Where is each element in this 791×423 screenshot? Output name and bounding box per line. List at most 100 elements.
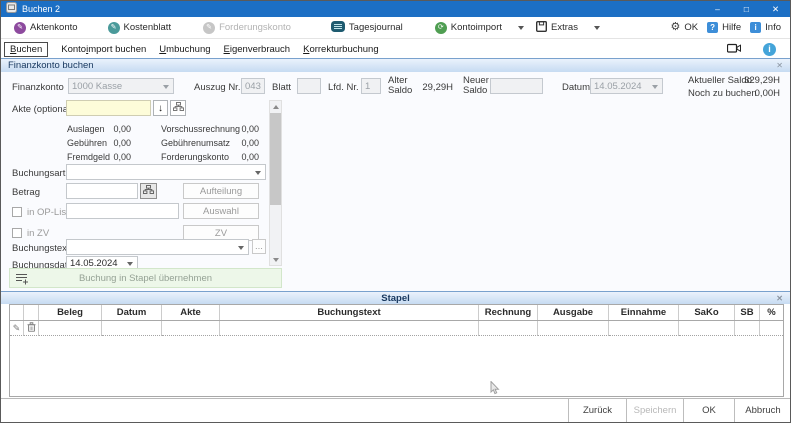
datum-select: 14.05.2024 — [590, 78, 663, 94]
auswahl-button[interactable]: Auswahl — [183, 203, 259, 219]
zurueck-button[interactable]: Zurück — [568, 399, 626, 422]
stapel-section-header: Stapel ✕ — [1, 291, 790, 304]
hierarchy-icon — [143, 185, 154, 197]
scroll-down-icon[interactable] — [270, 254, 281, 265]
row-sako-cell — [679, 321, 735, 336]
stapel-empty-row: ✎ — [10, 321, 783, 336]
window-controls: – □ ✕ — [703, 1, 790, 17]
kostenblatt-icon: ✎ — [108, 22, 120, 34]
toolbar-hilfe[interactable]: ? Hilfe — [707, 22, 741, 33]
auszug-label: Auszug Nr. — [194, 82, 240, 93]
window-title: Buchen 2 — [22, 4, 60, 14]
auszug-value: 043 — [245, 81, 261, 92]
stapel-close-icon[interactable]: ✕ — [776, 294, 783, 303]
close-button[interactable]: ✕ — [761, 1, 790, 17]
extras-dropdown-arrow-icon[interactable] — [594, 26, 600, 30]
minimize-button[interactable]: – — [703, 1, 732, 17]
toolbar-extras[interactable]: Extras — [536, 21, 578, 35]
op-liste-checkbox[interactable] — [12, 207, 22, 217]
stapel-section-title: Stapel — [381, 293, 410, 304]
toolbar-kontoimport[interactable]: ⟳ Kontoimport — [435, 22, 502, 34]
datum-label: Datum — [562, 82, 590, 93]
buchungstext-select-arrow-icon — [238, 246, 244, 250]
row-ausgabe-cell — [538, 321, 609, 336]
row-rechnung-cell — [479, 321, 538, 336]
info-circle-icon[interactable]: i — [763, 43, 776, 56]
tab-umbuchung-post: mbuchung — [166, 44, 210, 55]
abbruch-button[interactable]: Abbruch — [734, 399, 791, 422]
finanzkonto-label: Finanzkonto — [12, 82, 64, 93]
list-add-icon — [16, 273, 29, 288]
stapel-col-rechnung: Rechnung — [479, 305, 538, 320]
row-datum-cell — [102, 321, 162, 336]
stapel-col-delete — [24, 305, 39, 320]
fremdgeld-value: 0,00 — [99, 152, 131, 162]
buchungsart-select[interactable] — [66, 164, 266, 180]
tabrow-right-icons: i — [727, 43, 776, 56]
stapel-col-ausgabe: Ausgabe — [538, 305, 609, 320]
stapel-col-percent: % — [760, 305, 783, 320]
tab-umbuchung[interactable]: Umbuchung — [159, 44, 210, 55]
pencil-icon: ✎ — [13, 324, 21, 333]
row-akte-cell — [162, 321, 220, 336]
kontoimport-dropdown-arrow-icon[interactable] — [518, 26, 524, 30]
akte-down-arrow-button[interactable]: ↓ — [153, 100, 168, 116]
form-scrollbar[interactable] — [269, 100, 282, 266]
buchungstext-select[interactable] — [66, 239, 249, 255]
scroll-up-icon[interactable] — [270, 101, 281, 112]
buchung-uebernehmen-button[interactable]: Buchung in Stapel übernehmen — [9, 268, 282, 288]
scrollbar-thumb[interactable] — [270, 113, 281, 205]
gear-icon: ⚙ — [671, 22, 681, 33]
tab-kontoimport-buchen[interactable]: Kontoimport buchen — [61, 44, 146, 55]
hierarchy-icon — [173, 102, 184, 114]
forderungskonto-value: 0,00 — [233, 152, 259, 162]
tab-buchen[interactable]: Buchen — [4, 42, 48, 57]
toolbar-kontoimport-label: Kontoimport — [451, 22, 502, 33]
stapel-col-edit — [10, 305, 24, 320]
blatt-input — [297, 78, 321, 94]
op-liste-input[interactable] — [66, 203, 179, 219]
buchungsdatum-select-arrow-icon — [127, 262, 133, 266]
row-buchungstext-cell — [220, 321, 479, 336]
akte-input[interactable] — [66, 100, 151, 116]
betrag-label: Betrag — [12, 187, 40, 198]
row-edit-cell[interactable]: ✎ — [10, 321, 24, 336]
tab-eigenverbrauch[interactable]: Eigenverbrauch — [224, 44, 291, 55]
akte-hierarchy-button[interactable] — [170, 100, 186, 116]
buchungstext-more-button[interactable]: ... — [252, 239, 266, 254]
toolbar-info[interactable]: i Info — [750, 22, 781, 33]
toolbar-right-group: ⚙ OK ? Hilfe i Info — [671, 22, 781, 33]
ok-button[interactable]: OK — [683, 399, 734, 422]
row-percent-cell — [760, 321, 783, 336]
help-icon: ? — [707, 22, 718, 33]
row-delete-cell[interactable] — [24, 321, 39, 336]
toolbar-tagesjournal[interactable]: Tagesjournal — [331, 21, 403, 35]
forderungskonto-icon: ✎ — [203, 22, 215, 34]
stapel-table: Beleg Datum Akte Buchungstext Rechnung A… — [9, 304, 784, 397]
toolbar-ok[interactable]: ⚙ OK — [671, 22, 699, 33]
toolbar-aktenkonto[interactable]: ✎ Aktenkonto — [14, 22, 78, 34]
info-icon: i — [750, 22, 761, 33]
toolbar-kostenblatt[interactable]: ✎ Kostenblatt — [108, 22, 172, 34]
lfd-label: Lfd. Nr. — [328, 82, 359, 93]
kontoimport-icon: ⟳ — [435, 22, 447, 34]
toolbar-ok-label: OK — [684, 22, 698, 33]
buchung-uebernehmen-label: Buchung in Stapel übernehmen — [79, 273, 212, 284]
neuer-saldo-input[interactable] — [490, 78, 543, 94]
stapel-col-einnahme: Einnahme — [609, 305, 679, 320]
video-camera-icon[interactable] — [727, 43, 741, 56]
maximize-button[interactable]: □ — [732, 1, 761, 17]
toolbar-hilfe-label: Hilfe — [722, 22, 741, 33]
finanzkonto-close-icon[interactable]: ✕ — [776, 61, 783, 70]
tab-korrektur-post: orrekturbuchung — [309, 44, 378, 55]
betrag-input[interactable] — [66, 183, 138, 199]
auslagen-value: 0,00 — [99, 124, 131, 134]
app-icon — [6, 2, 17, 16]
finanzkonto-body: Finanzkonto 1000 Kasse Auszug Nr. 043 Bl… — [1, 72, 790, 291]
finanzkonto-select: 1000 Kasse — [68, 78, 174, 94]
vorschussrechnung-value: 0,00 — [233, 124, 259, 134]
betrag-hierarchy-button[interactable] — [140, 183, 157, 199]
tab-korrekturbuchung[interactable]: Korrekturbuchung — [303, 44, 379, 55]
aufteilung-button[interactable]: Aufteilung — [183, 183, 259, 199]
zv-checkbox[interactable] — [12, 228, 22, 238]
